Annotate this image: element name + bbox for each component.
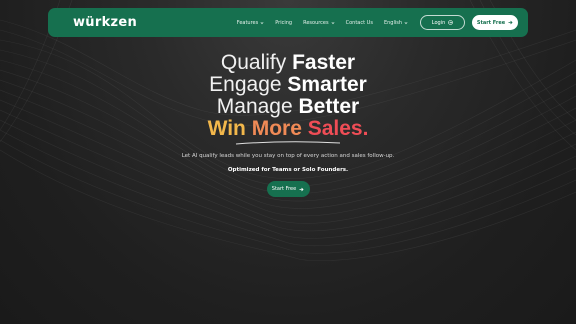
optimized-for-text: Optimized for Teams or Solo Founders. xyxy=(227,167,349,173)
headline-underline-swoosh xyxy=(235,141,341,145)
nav-menu: Features Pricing Resources Contact Us En… xyxy=(237,20,408,26)
nav-item-label: Resources xyxy=(303,19,329,26)
hero-subtitle: Let AI qualify leads while you stay on t… xyxy=(181,153,395,159)
headline-light-text: Qualify xyxy=(220,51,293,74)
more-word: More xyxy=(251,117,308,140)
nav-item-label: Pricing xyxy=(275,19,293,26)
arrow-right-icon xyxy=(299,187,304,191)
headline-bold-text: Faster xyxy=(292,51,356,74)
chevron-down-icon xyxy=(331,21,335,24)
nav-item-resources[interactable]: Resources xyxy=(303,20,335,26)
start-free-nav-button[interactable]: Start Free xyxy=(472,15,518,30)
arrow-right-icon xyxy=(508,20,513,25)
login-label: Login xyxy=(431,19,446,26)
headline-light-text: Engage xyxy=(209,73,288,96)
headline-bold-text: Better xyxy=(298,95,360,118)
cta-label: Start Free xyxy=(271,186,297,192)
chevron-down-icon xyxy=(404,21,408,24)
headline-win-more-sales: Win More Sales. xyxy=(0,118,576,140)
headline-bold-text: Smarter xyxy=(287,73,367,96)
brand-logo[interactable]: würkzen xyxy=(73,15,137,30)
nav-item-contact[interactable]: Contact Us xyxy=(346,20,373,26)
nav-item-label: Contact Us xyxy=(345,19,373,26)
headline-line-2: Engage Smarter xyxy=(0,74,576,96)
nav-item-label: English xyxy=(383,19,402,26)
nav-item-features[interactable]: Features xyxy=(237,20,265,26)
headline-line-1: Qualify Faster xyxy=(0,52,576,74)
login-icon xyxy=(448,20,454,25)
win-word: Win xyxy=(207,117,252,140)
top-navbar: würkzen Features Pricing Resources Conta… xyxy=(48,8,528,37)
login-button[interactable]: Login xyxy=(420,15,465,30)
hero-section: Qualify Faster Engage Smarter Manage Bet… xyxy=(0,52,576,197)
headline-line-3: Manage Better xyxy=(0,96,576,118)
nav-item-label: Features xyxy=(236,19,259,26)
chevron-down-icon xyxy=(260,21,264,24)
headline-light-text: Manage xyxy=(216,95,299,118)
start-free-hero-button[interactable]: Start Free xyxy=(266,181,310,197)
start-free-label: Start Free xyxy=(476,19,506,26)
sales-word: Sales. xyxy=(307,117,369,140)
nav-item-pricing[interactable]: Pricing xyxy=(275,20,292,26)
language-selector[interactable]: English xyxy=(384,20,408,26)
